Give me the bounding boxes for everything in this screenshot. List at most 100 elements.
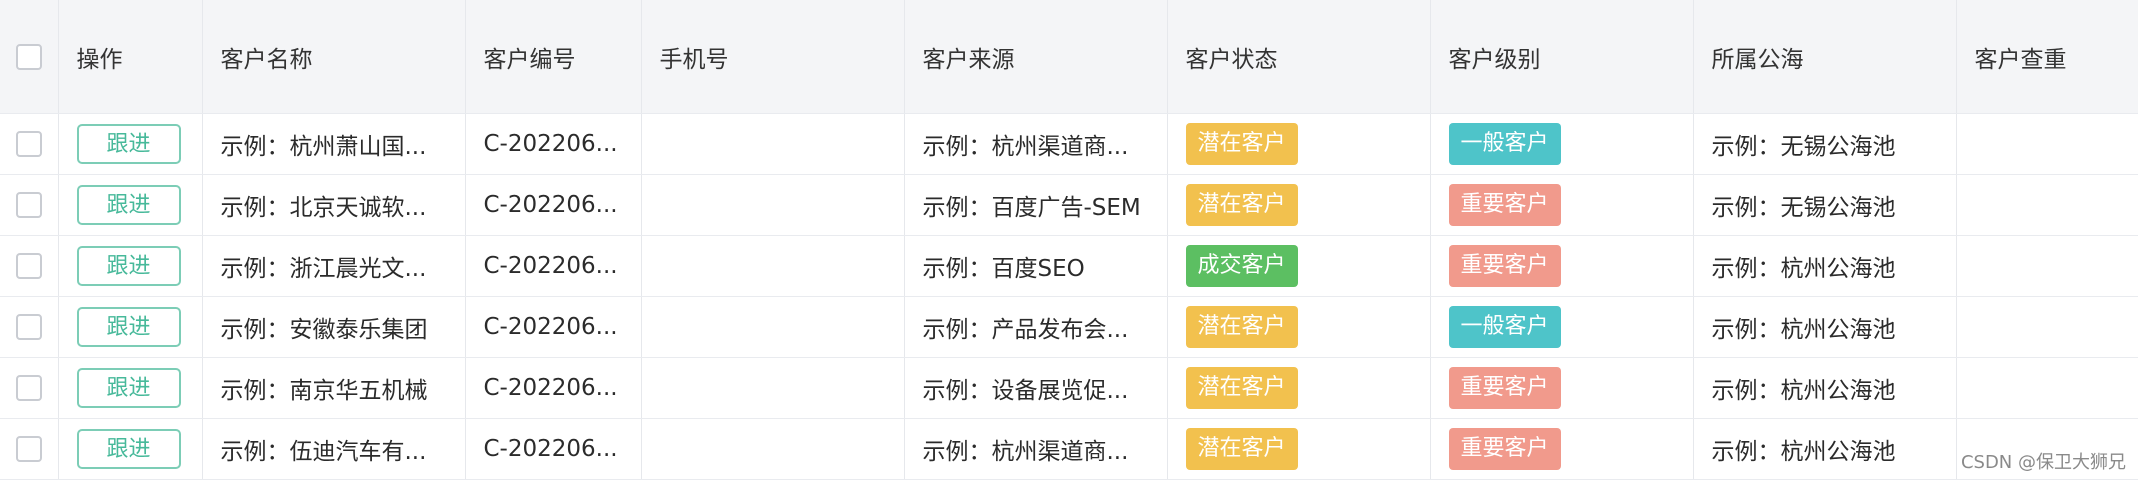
watermark: CSDN @保卫大狮兄 [1960, 452, 2126, 473]
follow-button[interactable]: 跟进 [76, 124, 181, 164]
follow-button[interactable]: 跟进 [76, 246, 181, 286]
status-cell: 潜在客户 [1167, 113, 1431, 175]
select-all-checkbox[interactable] [15, 43, 42, 70]
customer-code-cell: C-202206... [465, 235, 642, 297]
action-cell: 跟进 [58, 235, 203, 297]
table-row[interactable]: 跟进 示例：安徽泰乐集团 C-202206... 示例：产品发布会... 潜在客… [0, 296, 2138, 358]
row-select-cell [0, 235, 59, 297]
status-cell: 潜在客户 [1167, 357, 1431, 419]
level-badge: 一般客户 [1448, 123, 1561, 165]
customer-name-cell: 示例：安徽泰乐集团 [202, 296, 466, 358]
row-select-cell [0, 296, 59, 358]
level-badge: 重要客户 [1448, 428, 1561, 470]
status-badge: 潜在客户 [1185, 184, 1298, 226]
follow-button[interactable]: 跟进 [76, 307, 181, 347]
table-row[interactable]: 跟进 示例：北京天诚软... C-202206... 示例：百度广告-SEM 潜… [0, 174, 2138, 236]
action-cell: 跟进 [58, 418, 203, 480]
select-all-cell [0, 0, 59, 114]
row-checkbox[interactable] [15, 436, 42, 463]
follow-button[interactable]: 跟进 [76, 429, 181, 469]
level-cell: 一般客户 [1430, 113, 1694, 175]
col-header-status[interactable]: 客户状态 [1167, 0, 1431, 114]
status-badge: 潜在客户 [1185, 428, 1298, 470]
table-row[interactable]: 跟进 示例：杭州萧山国... C-202206... 示例：杭州渠道商... 潜… [0, 113, 2138, 175]
col-header-action: 操作 [58, 0, 203, 114]
action-cell: 跟进 [58, 113, 203, 175]
status-cell: 成交客户 [1167, 235, 1431, 297]
action-cell: 跟进 [58, 296, 203, 358]
pool-cell: 示例：杭州公海池 [1693, 357, 1957, 419]
phone-cell [641, 296, 905, 358]
customer-table: 操作 客户名称 客户编号 手机号 客户来源 客户状态 客户级别 所属公海 客户查… [0, 0, 2138, 480]
col-header-phone[interactable]: 手机号 [641, 0, 905, 114]
col-header-source[interactable]: 客户来源 [904, 0, 1168, 114]
level-badge: 重要客户 [1448, 367, 1561, 409]
action-cell: 跟进 [58, 174, 203, 236]
dup-cell [1956, 357, 2138, 419]
col-header-dup[interactable]: 客户查重 [1956, 0, 2138, 114]
customer-code-cell: C-202206... [465, 174, 642, 236]
table-header: 操作 客户名称 客户编号 手机号 客户来源 客户状态 客户级别 所属公海 客户查… [0, 0, 2138, 114]
status-badge: 成交客户 [1185, 245, 1298, 287]
source-cell: 示例：设备展览促... [904, 357, 1168, 419]
col-header-level[interactable]: 客户级别 [1430, 0, 1694, 114]
level-badge: 重要客户 [1448, 245, 1561, 287]
customer-code-cell: C-202206... [465, 357, 642, 419]
source-cell: 示例：产品发布会... [904, 296, 1168, 358]
phone-cell [641, 235, 905, 297]
status-badge: 潜在客户 [1185, 123, 1298, 165]
customer-name-cell: 示例：杭州萧山国... [202, 113, 466, 175]
dup-cell [1956, 113, 2138, 175]
row-checkbox[interactable] [15, 131, 42, 158]
level-cell: 重要客户 [1430, 418, 1694, 480]
level-badge: 重要客户 [1448, 184, 1561, 226]
level-cell: 重要客户 [1430, 174, 1694, 236]
source-cell: 示例：杭州渠道商... [904, 113, 1168, 175]
source-cell: 示例：百度广告-SEM [904, 174, 1168, 236]
customer-name-cell: 示例：北京天诚软... [202, 174, 466, 236]
status-cell: 潜在客户 [1167, 418, 1431, 480]
phone-cell [641, 113, 905, 175]
status-badge: 潜在客户 [1185, 367, 1298, 409]
customer-name-cell: 示例：伍迪汽车有... [202, 418, 466, 480]
row-checkbox[interactable] [15, 375, 42, 402]
pool-cell: 示例：杭州公海池 [1693, 418, 1957, 480]
level-badge: 一般客户 [1448, 306, 1561, 348]
dup-cell [1956, 174, 2138, 236]
row-select-cell [0, 174, 59, 236]
pool-cell: 示例：无锡公海池 [1693, 174, 1957, 236]
col-header-pool[interactable]: 所属公海 [1693, 0, 1957, 114]
phone-cell [641, 418, 905, 480]
phone-cell [641, 174, 905, 236]
source-cell: 示例：百度SEO [904, 235, 1168, 297]
row-select-cell [0, 357, 59, 419]
follow-button[interactable]: 跟进 [76, 185, 181, 225]
row-checkbox[interactable] [15, 314, 42, 341]
phone-cell [641, 357, 905, 419]
follow-button[interactable]: 跟进 [76, 368, 181, 408]
row-select-cell [0, 418, 59, 480]
col-header-code[interactable]: 客户编号 [465, 0, 642, 114]
status-badge: 潜在客户 [1185, 306, 1298, 348]
row-checkbox[interactable] [15, 253, 42, 280]
dup-cell [1956, 296, 2138, 358]
customer-code-cell: C-202206... [465, 418, 642, 480]
action-cell: 跟进 [58, 357, 203, 419]
pool-cell: 示例：无锡公海池 [1693, 113, 1957, 175]
pool-cell: 示例：杭州公海池 [1693, 235, 1957, 297]
pool-cell: 示例：杭州公海池 [1693, 296, 1957, 358]
level-cell: 重要客户 [1430, 235, 1694, 297]
customer-name-cell: 示例：南京华五机械 [202, 357, 466, 419]
status-cell: 潜在客户 [1167, 296, 1431, 358]
col-header-name[interactable]: 客户名称 [202, 0, 466, 114]
source-cell: 示例：杭州渠道商... [904, 418, 1168, 480]
level-cell: 一般客户 [1430, 296, 1694, 358]
table-row[interactable]: 跟进 示例：浙江晨光文... C-202206... 示例：百度SEO 成交客户… [0, 235, 2138, 297]
row-checkbox[interactable] [15, 192, 42, 219]
table-row[interactable]: 跟进 示例：南京华五机械 C-202206... 示例：设备展览促... 潜在客… [0, 357, 2138, 419]
customer-code-cell: C-202206... [465, 113, 642, 175]
row-select-cell [0, 113, 59, 175]
table-row[interactable]: 跟进 示例：伍迪汽车有... C-202206... 示例：杭州渠道商... 潜… [0, 418, 2138, 480]
status-cell: 潜在客户 [1167, 174, 1431, 236]
customer-code-cell: C-202206... [465, 296, 642, 358]
